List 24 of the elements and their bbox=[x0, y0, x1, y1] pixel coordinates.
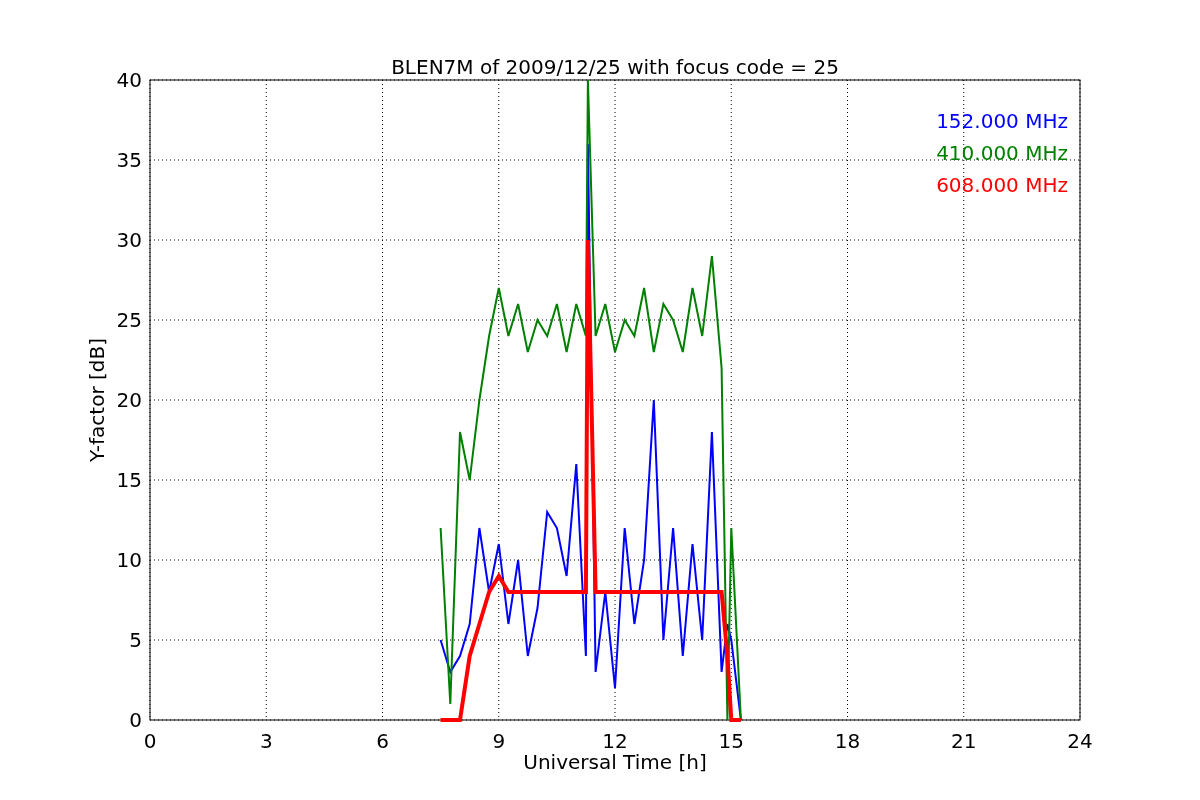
tick-label: 6 bbox=[376, 729, 389, 753]
tick-label: 21 bbox=[951, 729, 977, 753]
tick-label: 10 bbox=[116, 548, 142, 572]
tick-label: 3 bbox=[259, 729, 273, 753]
tick-label: 35 bbox=[116, 148, 142, 172]
tick-label: 20 bbox=[116, 388, 142, 412]
tick-label: 18 bbox=[834, 729, 861, 753]
y-axis-label: Y-factor [dB] bbox=[85, 338, 109, 462]
legend-label: 410.000 MHz bbox=[936, 141, 1068, 165]
tick-label: 15 bbox=[718, 729, 744, 753]
tick-label: 40 bbox=[116, 68, 142, 92]
tick-label: 15 bbox=[116, 468, 142, 492]
x-axis-label: Universal Time [h] bbox=[523, 750, 707, 774]
tick-label: 5 bbox=[129, 628, 142, 652]
tick-label: 0 bbox=[143, 729, 157, 753]
tick-label: 0 bbox=[129, 708, 142, 732]
legend-label: 608.000 MHz bbox=[936, 173, 1068, 197]
legend-label: 152.000 MHz bbox=[936, 109, 1068, 133]
tick-label: 25 bbox=[116, 308, 142, 332]
chart-title: BLEN7M of 2009/12/25 with focus code = 25 bbox=[391, 55, 839, 79]
tick-label: 9 bbox=[492, 729, 506, 753]
tick-label: 30 bbox=[116, 228, 142, 252]
tick-label: 24 bbox=[1067, 729, 1093, 753]
tick-label: 12 bbox=[602, 729, 628, 753]
